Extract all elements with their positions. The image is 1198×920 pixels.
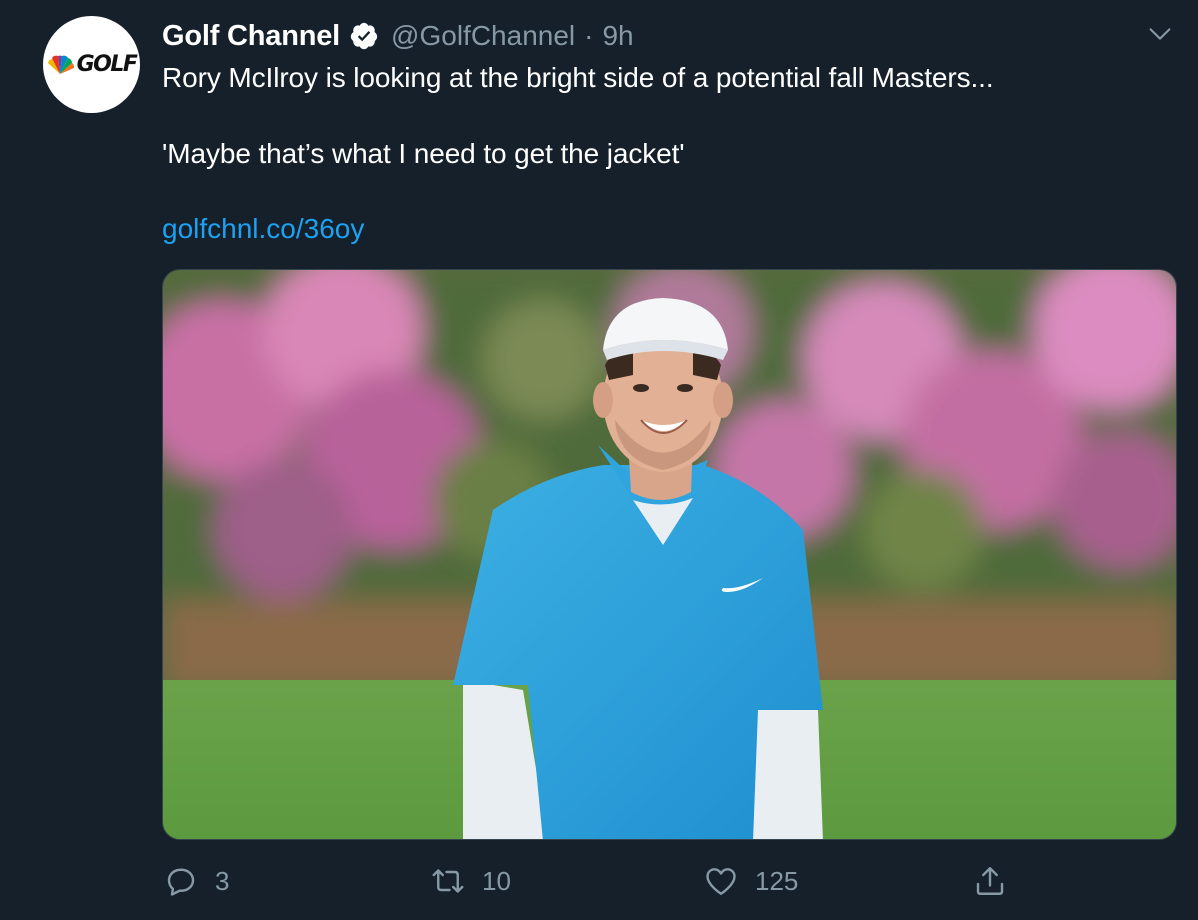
retweet-count: 10 [482,865,511,896]
reply-icon [167,868,195,896]
retweet-icon [432,869,464,893]
chevron-down-icon[interactable] [1146,20,1174,48]
tweet-timestamp[interactable]: 9h [602,20,633,52]
tweet-quote-line: 'Maybe that’s what I need to get the jac… [162,138,685,169]
tweet-text-line: Rory McIlroy is looking at the bright si… [162,62,994,93]
reply-count: 3 [215,865,230,896]
reply-button[interactable]: 3 [163,858,229,904]
like-button[interactable]: 125 [703,858,798,904]
tweet-media-photo[interactable] [162,269,1177,840]
verified-badge-icon [350,22,378,50]
share-icon [976,867,1004,895]
share-button[interactable] [972,858,1008,904]
golfer-photo [163,270,1176,839]
tweet-actions: 3 10 125 [0,858,1198,904]
separator-dot: · [584,20,594,51]
retweet-button[interactable]: 10 [430,858,511,904]
tweet-header: Golf Channel @GolfChannel · 9h [162,18,634,54]
author-name[interactable]: Golf Channel [162,20,340,53]
heart-icon [706,868,736,895]
tweet-link[interactable]: golfchnl.co/36oy [162,213,364,245]
avatar-wordmark: GOLF [76,52,138,77]
avatar[interactable]: GOLF [43,16,140,113]
golf-channel-logo: GOLF [45,52,138,77]
peacock-icon [47,55,74,74]
author-handle[interactable]: @GolfChannel [391,20,575,52]
like-count: 125 [755,865,799,896]
tweet[interactable]: GOLF Golf Channel @GolfChannel · 9h Rory… [0,0,1198,920]
